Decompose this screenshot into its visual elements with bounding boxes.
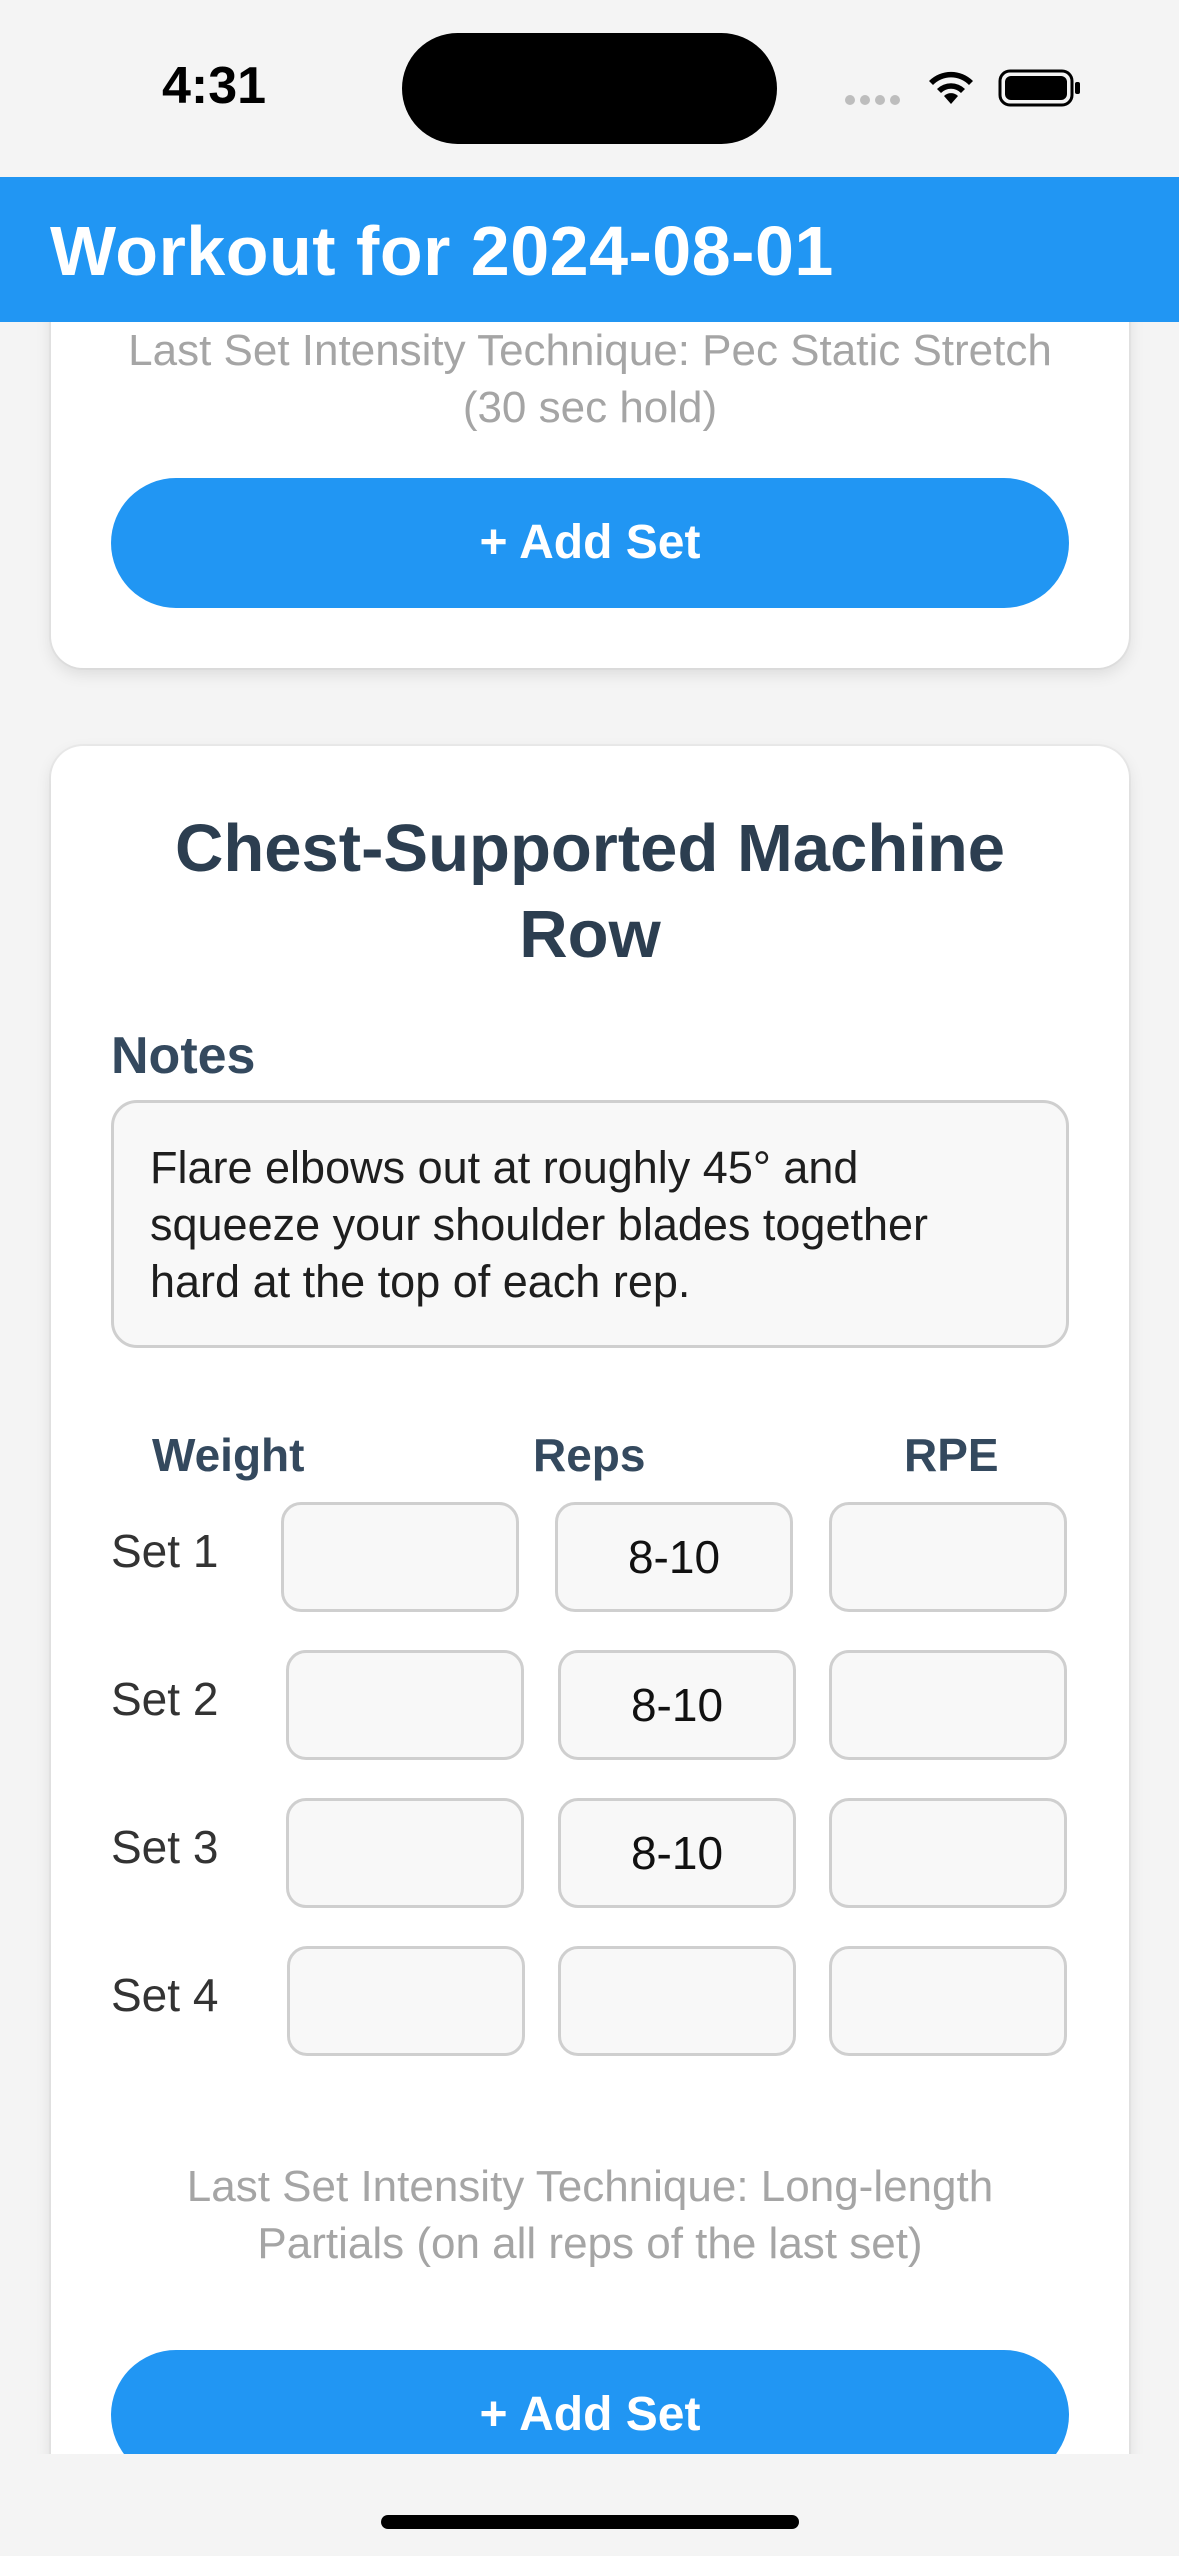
exercise-card-previous: Last Set Intensity Technique: Pec Static…: [51, 322, 1129, 668]
workout-scroll-view[interactable]: Last Set Intensity Technique: Pec Static…: [0, 322, 1179, 2454]
rpe-input[interactable]: [829, 1650, 1067, 1760]
status-bar: 4:31: [0, 0, 1179, 177]
add-set-button[interactable]: + Add Set: [111, 2350, 1069, 2454]
column-header-rpe: RPE: [904, 1429, 999, 1481]
notes-textarea[interactable]: Flare elbows out at roughly 45° and sque…: [111, 1100, 1069, 1348]
notes-label: Notes: [111, 1027, 256, 1085]
reps-input[interactable]: [558, 1798, 796, 1908]
page-title: Workout for 2024-08-01: [50, 212, 834, 290]
wifi-icon: [929, 71, 973, 104]
weight-input[interactable]: [287, 1946, 525, 2056]
rpe-input[interactable]: [829, 1502, 1067, 1612]
weight-input[interactable]: [286, 1650, 524, 1760]
cellular-signal-icon: [845, 92, 905, 110]
set-label: Set 4: [111, 1969, 219, 2021]
column-header-weight: Weight: [152, 1429, 305, 1481]
home-indicator[interactable]: [381, 2515, 799, 2529]
add-set-button[interactable]: + Add Set: [111, 478, 1069, 608]
app-header: Workout for 2024-08-01: [0, 177, 1179, 322]
dynamic-island: [402, 33, 777, 144]
set-label: Set 3: [111, 1821, 219, 1873]
exercise-card: Chest-Supported Machine Row Notes Flare …: [51, 746, 1129, 2454]
set-label: Set 2: [111, 1673, 219, 1725]
rpe-input[interactable]: [829, 1946, 1067, 2056]
exercise-title: Chest-Supported Machine Row: [174, 811, 1006, 972]
column-header-reps: Reps: [533, 1429, 646, 1481]
set-label: Set 1: [111, 1525, 219, 1577]
weight-input[interactable]: [286, 1798, 524, 1908]
reps-input[interactable]: [555, 1502, 793, 1612]
intensity-technique-text: Last Set Intensity Technique: Pec Static…: [128, 326, 1052, 432]
intensity-technique-text: Last Set Intensity Technique: Long-lengt…: [186, 2162, 994, 2268]
status-time: 4:31: [162, 57, 267, 115]
reps-input[interactable]: [558, 1946, 796, 2056]
weight-input[interactable]: [281, 1502, 519, 1612]
reps-input[interactable]: [558, 1650, 796, 1760]
battery-icon: [998, 69, 1080, 107]
rpe-input[interactable]: [829, 1798, 1067, 1908]
